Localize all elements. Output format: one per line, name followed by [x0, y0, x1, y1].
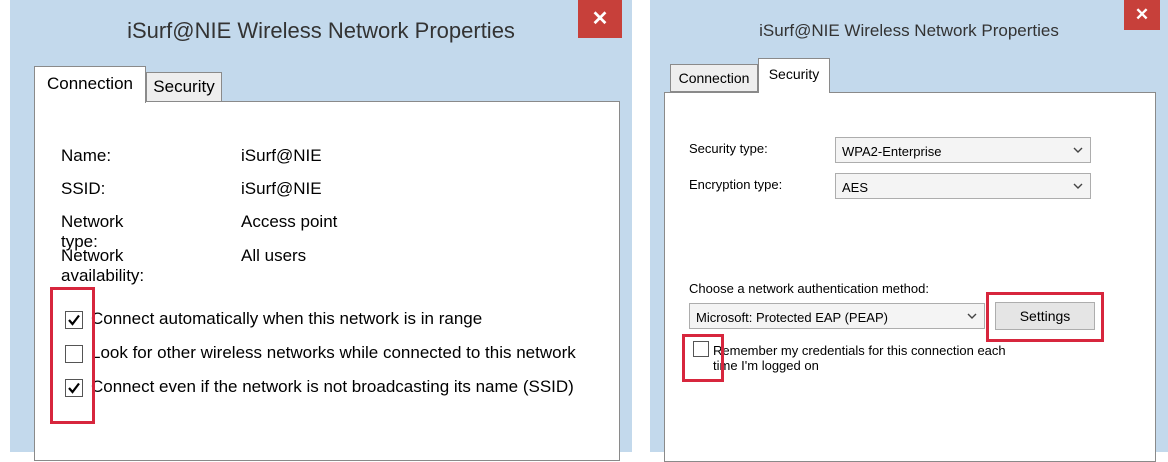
tab-connection[interactable]: Connection [34, 66, 146, 103]
window-title: iSurf@NIE Wireless Network Properties [127, 18, 515, 43]
encryption-type-label: Encryption type: [689, 177, 783, 192]
security-type-dropdown[interactable]: WPA2-Enterprise [835, 137, 1091, 163]
look-for-other-networks-label: Look for other wireless networks while c… [91, 343, 576, 362]
encryption-type-dropdown[interactable]: AES [835, 173, 1091, 199]
tab-connection-label: Connection [678, 70, 750, 86]
close-button[interactable]: ✕ [1124, 0, 1160, 30]
remember-checkbox-highlight-box [682, 334, 724, 382]
network-availability-value: All users [241, 246, 307, 265]
security-type-value: WPA2-Enterprise [842, 144, 942, 159]
chevron-down-icon [1073, 183, 1083, 189]
tab-connection-label: Connection [46, 74, 133, 93]
encryption-type-value: AES [842, 180, 869, 195]
window-title: iSurf@NIE Wireless Network Properties [759, 21, 1059, 40]
close-icon: ✕ [591, 8, 609, 30]
settings-highlight-box [986, 292, 1104, 342]
tab-security-label: Security [153, 77, 215, 96]
network-availability-label: Network availability: [61, 246, 145, 285]
auth-method-label: Choose a network authentication method: [689, 281, 929, 296]
connection-properties-window: iSurf@NIE Wireless Network Properties ✕ … [10, 0, 632, 461]
chevron-down-icon [1073, 147, 1083, 153]
remember-credentials-line1: Remember my credentials for this connect… [713, 343, 1006, 358]
tab-security[interactable]: Security [146, 72, 222, 102]
security-panel: Security type: WPA2-Enterprise Encryptio… [664, 92, 1156, 462]
close-icon: ✕ [1134, 5, 1150, 24]
auth-method-dropdown[interactable]: Microsoft: Protected EAP (PEAP) [689, 303, 985, 329]
checkbox-highlight-box [50, 287, 95, 424]
close-button[interactable]: ✕ [578, 0, 622, 38]
network-type-value: Access point [241, 212, 338, 231]
remember-credentials-label: Remember my credentials for this connect… [713, 343, 1006, 373]
connect-automatically-label: Connect automatically when this network … [91, 309, 483, 328]
ssid-value: iSurf@NIE [241, 179, 322, 198]
tab-security[interactable]: Security [758, 58, 830, 93]
connection-panel: Name: iSurf@NIE SSID: iSurf@NIE Network … [34, 101, 620, 461]
security-type-label: Security type: [689, 141, 768, 156]
name-value: iSurf@NIE [241, 146, 322, 165]
ssid-label: SSID: [61, 179, 106, 198]
tab-security-label: Security [768, 66, 820, 82]
remember-credentials-line2: time I'm logged on [713, 358, 819, 373]
security-properties-window: iSurf@NIE Wireless Network Properties ✕ … [650, 0, 1168, 462]
name-label: Name: [61, 146, 112, 165]
connect-hidden-ssid-label: Connect even if the network is not broad… [91, 377, 574, 396]
tab-connection[interactable]: Connection [670, 64, 758, 92]
chevron-down-icon [967, 313, 977, 319]
auth-method-value: Microsoft: Protected EAP (PEAP) [696, 310, 888, 325]
